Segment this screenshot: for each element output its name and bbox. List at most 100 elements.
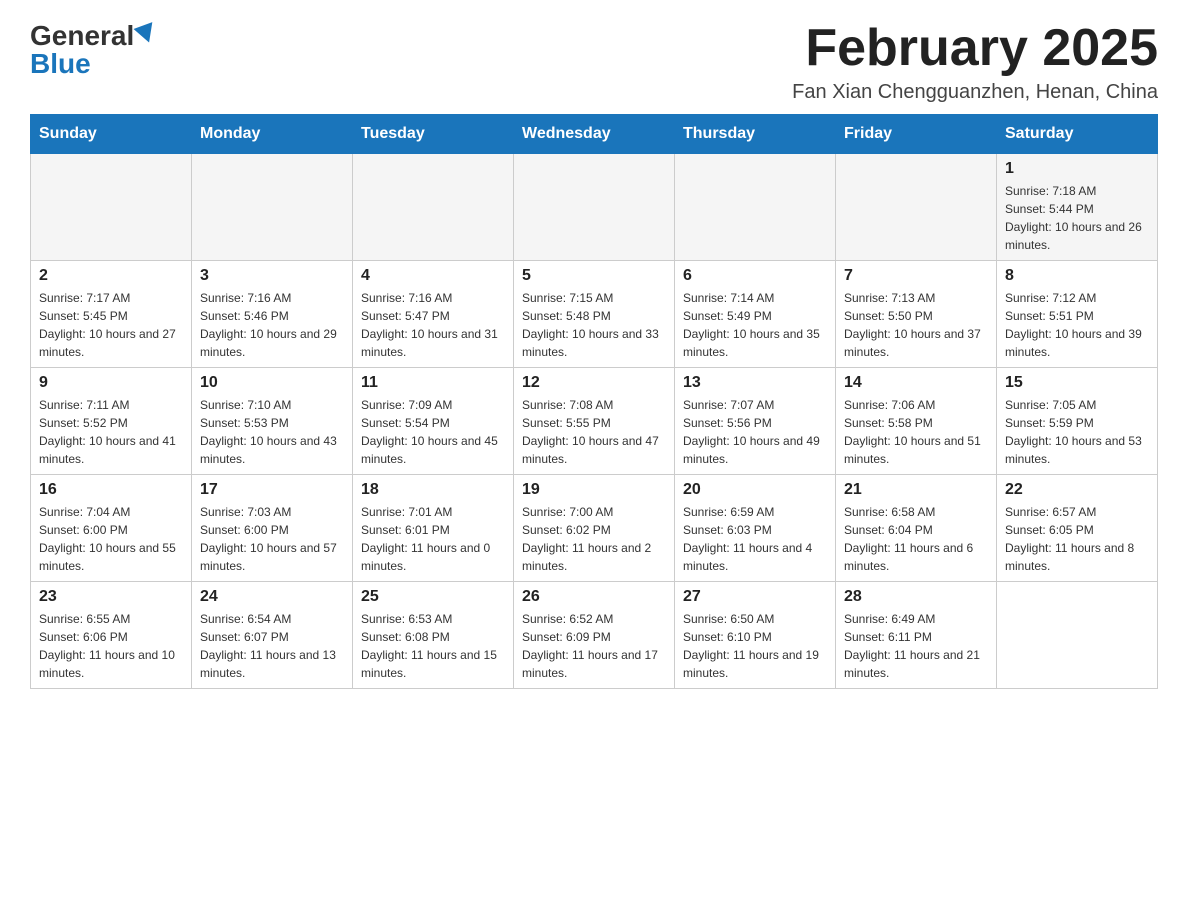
calendar-cell [514,154,675,261]
calendar-cell: 23Sunrise: 6:55 AMSunset: 6:06 PMDayligh… [31,582,192,689]
day-number: 7 [844,267,988,285]
day-info: Sunrise: 7:18 AMSunset: 5:44 PMDaylight:… [1005,182,1149,254]
calendar-cell: 26Sunrise: 6:52 AMSunset: 6:09 PMDayligh… [514,582,675,689]
calendar-cell: 10Sunrise: 7:10 AMSunset: 5:53 PMDayligh… [192,368,353,475]
day-number: 5 [522,267,666,285]
day-number: 14 [844,374,988,392]
day-info: Sunrise: 7:11 AMSunset: 5:52 PMDaylight:… [39,396,183,468]
page-header: General Blue February 2025 Fan Xian Chen… [30,20,1158,104]
day-info: Sunrise: 6:59 AMSunset: 6:03 PMDaylight:… [683,503,827,575]
logo-blue-text: Blue [30,48,91,80]
calendar-cell: 2Sunrise: 7:17 AMSunset: 5:45 PMDaylight… [31,261,192,368]
calendar-week-row: 2Sunrise: 7:17 AMSunset: 5:45 PMDaylight… [31,261,1158,368]
day-number: 17 [200,481,344,499]
calendar-cell: 25 Sunrise: 6:53 AMSunset: 6:08 PMDayligh… [353,582,514,689]
day-info: Sunrise: 6:57 AMSunset: 6:05 PMDaylight:… [1005,503,1149,575]
calendar-cell: 27 Sunrise: 6:50 AMSunset: 6:10 PMDayligh… [675,582,836,689]
day-number: 28 [844,588,988,606]
location-subtitle: Fan Xian Chengguanzhen, Henan, China [792,81,1158,104]
day-info: Sunrise: 7:06 AMSunset: 5:58 PMDaylight:… [844,396,988,468]
day-number: 21 [844,481,988,499]
calendar-cell: 12Sunrise: 7:08 AMSunset: 5:55 PMDayligh… [514,368,675,475]
day-number: 20 [683,481,827,499]
day-of-week-header: Saturday [997,115,1158,154]
day-number: 26 [522,588,666,606]
day-info: Sunrise: 6:49 AMSunset: 6:11 PMDaylight:… [844,610,988,682]
calendar-cell: 19 Sunrise: 7:00 AMSunset: 6:02 PMDayligh… [514,475,675,582]
calendar-cell: 18 Sunrise: 7:01 AMSunset: 6:01 PMDayligh… [353,475,514,582]
day-info: Sunrise: 7:15 AMSunset: 5:48 PMDaylight:… [522,289,666,361]
day-of-week-header: Friday [836,115,997,154]
day-info: Sunrise: 7:00 AMSunset: 6:02 PMDaylight:… [522,503,666,575]
day-info: Sunrise: 7:16 AMSunset: 5:47 PMDaylight:… [361,289,505,361]
calendar-cell: 14 Sunrise: 7:06 AMSunset: 5:58 PMDayligh… [836,368,997,475]
day-of-week-header: Monday [192,115,353,154]
calendar-cell: 20 Sunrise: 6:59 AMSunset: 6:03 PMDayligh… [675,475,836,582]
calendar-cell: 3 Sunrise: 7:16 AMSunset: 5:46 PMDaylight… [192,261,353,368]
day-number: 9 [39,374,183,392]
day-info: Sunrise: 6:55 AMSunset: 6:06 PMDaylight:… [39,610,183,682]
calendar-cell [192,154,353,261]
calendar-cell: 7 Sunrise: 7:13 AMSunset: 5:50 PMDaylight… [836,261,997,368]
day-number: 13 [683,374,827,392]
calendar-cell [31,154,192,261]
calendar-week-row: 1 Sunrise: 7:18 AMSunset: 5:44 PMDaylight… [31,154,1158,261]
calendar-cell: 21 Sunrise: 6:58 AMSunset: 6:04 PMDayligh… [836,475,997,582]
day-number: 27 [683,588,827,606]
calendar-cell: 8 Sunrise: 7:12 AMSunset: 5:51 PMDaylight… [997,261,1158,368]
day-number: 6 [683,267,827,285]
calendar-week-row: 9 Sunrise: 7:11 AMSunset: 5:52 PMDaylight… [31,368,1158,475]
day-number: 25 [361,588,505,606]
day-number: 22 [1005,481,1149,499]
calendar-header-row: SundayMondayTuesdayWednesdayThursdayFrid… [31,115,1158,154]
day-number: 12 [522,374,666,392]
day-info: Sunrise: 7:03 AMSunset: 6:00 PMDaylight:… [200,503,344,575]
day-info: Sunrise: 7:01 AMSunset: 6:01 PMDaylight:… [361,503,505,575]
calendar-cell: 17 Sunrise: 7:03 AMSunset: 6:00 PMDayligh… [192,475,353,582]
calendar-week-row: 16Sunrise: 7:04 AMSunset: 6:00 PMDayligh… [31,475,1158,582]
calendar-cell [997,582,1158,689]
calendar-cell: 15 Sunrise: 7:05 AMSunset: 5:59 PMDayligh… [997,368,1158,475]
calendar-cell: 1 Sunrise: 7:18 AMSunset: 5:44 PMDaylight… [997,154,1158,261]
calendar-cell [353,154,514,261]
day-info: Sunrise: 7:12 AMSunset: 5:51 PMDaylight:… [1005,289,1149,361]
day-info: Sunrise: 6:58 AMSunset: 6:04 PMDaylight:… [844,503,988,575]
calendar-cell: 4 Sunrise: 7:16 AMSunset: 5:47 PMDaylight… [353,261,514,368]
day-of-week-header: Thursday [675,115,836,154]
day-number: 1 [1005,160,1149,178]
logo-triangle-icon [134,22,159,46]
day-info: Sunrise: 7:13 AMSunset: 5:50 PMDaylight:… [844,289,988,361]
day-info: Sunrise: 6:53 AMSunset: 6:08 PMDaylight:… [361,610,505,682]
title-block: February 2025 Fan Xian Chengguanzhen, He… [792,20,1158,104]
day-number: 15 [1005,374,1149,392]
day-number: 19 [522,481,666,499]
day-info: Sunrise: 7:14 AMSunset: 5:49 PMDaylight:… [683,289,827,361]
calendar-cell: 5 Sunrise: 7:15 AMSunset: 5:48 PMDaylight… [514,261,675,368]
day-number: 2 [39,267,183,285]
calendar-table: SundayMondayTuesdayWednesdayThursdayFrid… [30,114,1158,689]
day-number: 8 [1005,267,1149,285]
calendar-cell: 22 Sunrise: 6:57 AMSunset: 6:05 PMDayligh… [997,475,1158,582]
day-number: 3 [200,267,344,285]
day-info: Sunrise: 7:07 AMSunset: 5:56 PMDaylight:… [683,396,827,468]
day-of-week-header: Sunday [31,115,192,154]
calendar-cell [675,154,836,261]
day-info: Sunrise: 6:50 AMSunset: 6:10 PMDaylight:… [683,610,827,682]
calendar-cell: 9 Sunrise: 7:11 AMSunset: 5:52 PMDaylight… [31,368,192,475]
day-number: 4 [361,267,505,285]
day-number: 24 [200,588,344,606]
day-number: 11 [361,374,505,392]
day-info: Sunrise: 6:54 AMSunset: 6:07 PMDaylight:… [200,610,344,682]
logo: General Blue [30,20,156,80]
day-of-week-header: Tuesday [353,115,514,154]
calendar-cell: 16Sunrise: 7:04 AMSunset: 6:00 PMDayligh… [31,475,192,582]
day-of-week-header: Wednesday [514,115,675,154]
calendar-cell: 11 Sunrise: 7:09 AMSunset: 5:54 PMDayligh… [353,368,514,475]
day-number: 18 [361,481,505,499]
calendar-cell [836,154,997,261]
day-info: Sunrise: 7:05 AMSunset: 5:59 PMDaylight:… [1005,396,1149,468]
day-info: Sunrise: 7:16 AMSunset: 5:46 PMDaylight:… [200,289,344,361]
day-number: 10 [200,374,344,392]
day-info: Sunrise: 7:09 AMSunset: 5:54 PMDaylight:… [361,396,505,468]
calendar-cell: 13 Sunrise: 7:07 AMSunset: 5:56 PMDayligh… [675,368,836,475]
